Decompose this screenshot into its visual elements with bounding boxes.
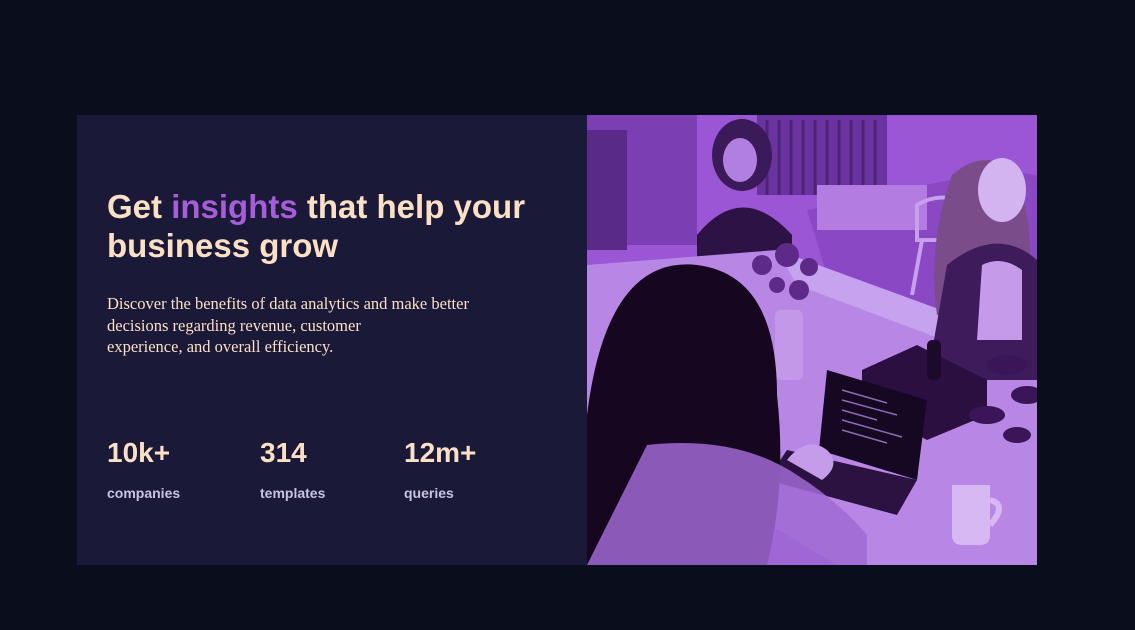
stats-preview-card: Get insights that help your business gro… <box>77 115 1037 565</box>
stat-label: queries <box>404 485 454 501</box>
office-photo <box>587 115 1037 565</box>
description-line: decisions regarding revenue, customer <box>107 315 361 335</box>
headline-start: Get <box>107 188 172 225</box>
description-line: experience, and overall efficiency. <box>107 337 334 356</box>
stats-row: 10k+ companies 314 templates 12m+ querie… <box>107 435 567 515</box>
stat-value: 12m+ <box>404 437 477 468</box>
stat-templates: 314 templates <box>260 435 325 501</box>
office-photo-illustration <box>587 115 1037 565</box>
headline-accent: insights <box>171 188 298 225</box>
stat-companies: 10k+ companies <box>107 435 180 501</box>
stat-queries: 12m+ queries <box>404 435 476 501</box>
stat-label: templates <box>260 485 326 501</box>
card-content: Get insights that help your business gro… <box>77 115 587 565</box>
headline: Get insights that help your business gro… <box>107 187 557 265</box>
stat-value: 314 <box>260 437 307 468</box>
description: Discover the benefits of data analytics … <box>107 293 517 358</box>
stat-value: 10k+ <box>107 437 171 468</box>
description-line: Discover the benefits of data analytics … <box>107 294 469 313</box>
stat-label: companies <box>107 485 181 501</box>
